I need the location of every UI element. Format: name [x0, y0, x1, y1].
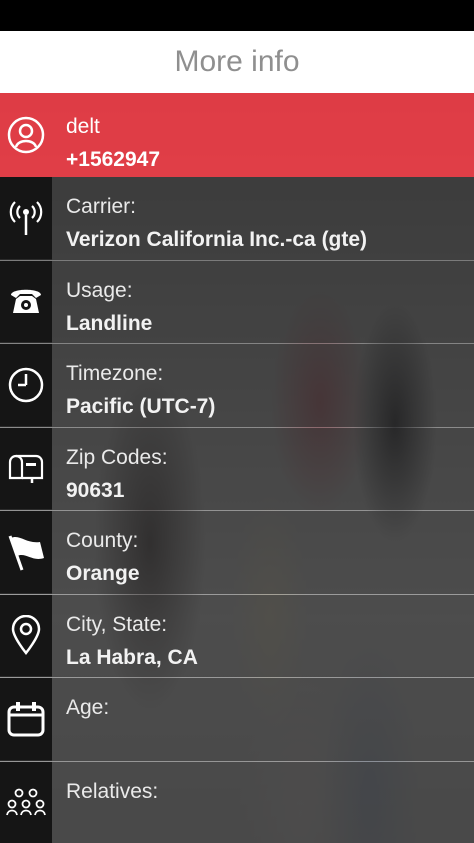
contact-row[interactable]: delt +1562947	[0, 93, 474, 177]
person-icon	[7, 116, 45, 154]
carrier-label: Carrier:	[66, 195, 137, 218]
relatives-label: Relatives:	[66, 779, 159, 803]
city-state-value: La Habra, CA	[66, 645, 198, 669]
avatar	[0, 93, 52, 177]
flag-icon	[8, 535, 44, 571]
age-label: Age:	[66, 696, 110, 719]
info-row-usage: Usage: Landline	[0, 260, 474, 344]
timezone-label: Timezone:	[66, 362, 164, 385]
clock-icon	[8, 367, 44, 402]
antenna-icon	[9, 200, 43, 235]
info-list[interactable]: delt +1562947 Carrier: Verizon Californi…	[0, 93, 474, 843]
info-row-county: County: Orange	[0, 511, 474, 595]
people-group-icon	[6, 788, 46, 816]
county-value: Orange	[66, 562, 140, 585]
info-row-city-state: City, State: La Habra, CA	[0, 594, 474, 678]
city-state-label: City, State:	[66, 612, 168, 636]
mailbox-icon	[8, 455, 44, 484]
contact-name: delt	[66, 115, 100, 138]
status-bar	[0, 0, 474, 31]
usage-label: Usage:	[66, 278, 133, 302]
info-row-relatives: Relatives:	[0, 761, 474, 843]
info-row-carrier: Carrier: Verizon California Inc.-ca (gte…	[0, 177, 474, 261]
location-pin-icon	[11, 615, 41, 656]
contact-phone: +1562947	[66, 148, 161, 171]
page-header: More info	[0, 31, 474, 93]
telephone-icon	[11, 290, 41, 314]
timezone-value: Pacific (UTC-7)	[66, 395, 216, 418]
info-row-age: Age:	[0, 678, 474, 762]
county-label: County:	[66, 529, 139, 552]
usage-value: Landline	[66, 311, 153, 335]
zip-codes-value: 90631	[66, 478, 125, 502]
info-row-timezone: Timezone: Pacific (UTC-7)	[0, 344, 474, 428]
zip-codes-label: Zip Codes:	[66, 445, 168, 469]
calendar-icon	[7, 701, 45, 737]
info-row-zip-codes: Zip Codes: 90631	[0, 427, 474, 511]
page-title: More info	[174, 45, 300, 78]
carrier-value: Verizon California Inc.-ca (gte)	[66, 228, 368, 251]
